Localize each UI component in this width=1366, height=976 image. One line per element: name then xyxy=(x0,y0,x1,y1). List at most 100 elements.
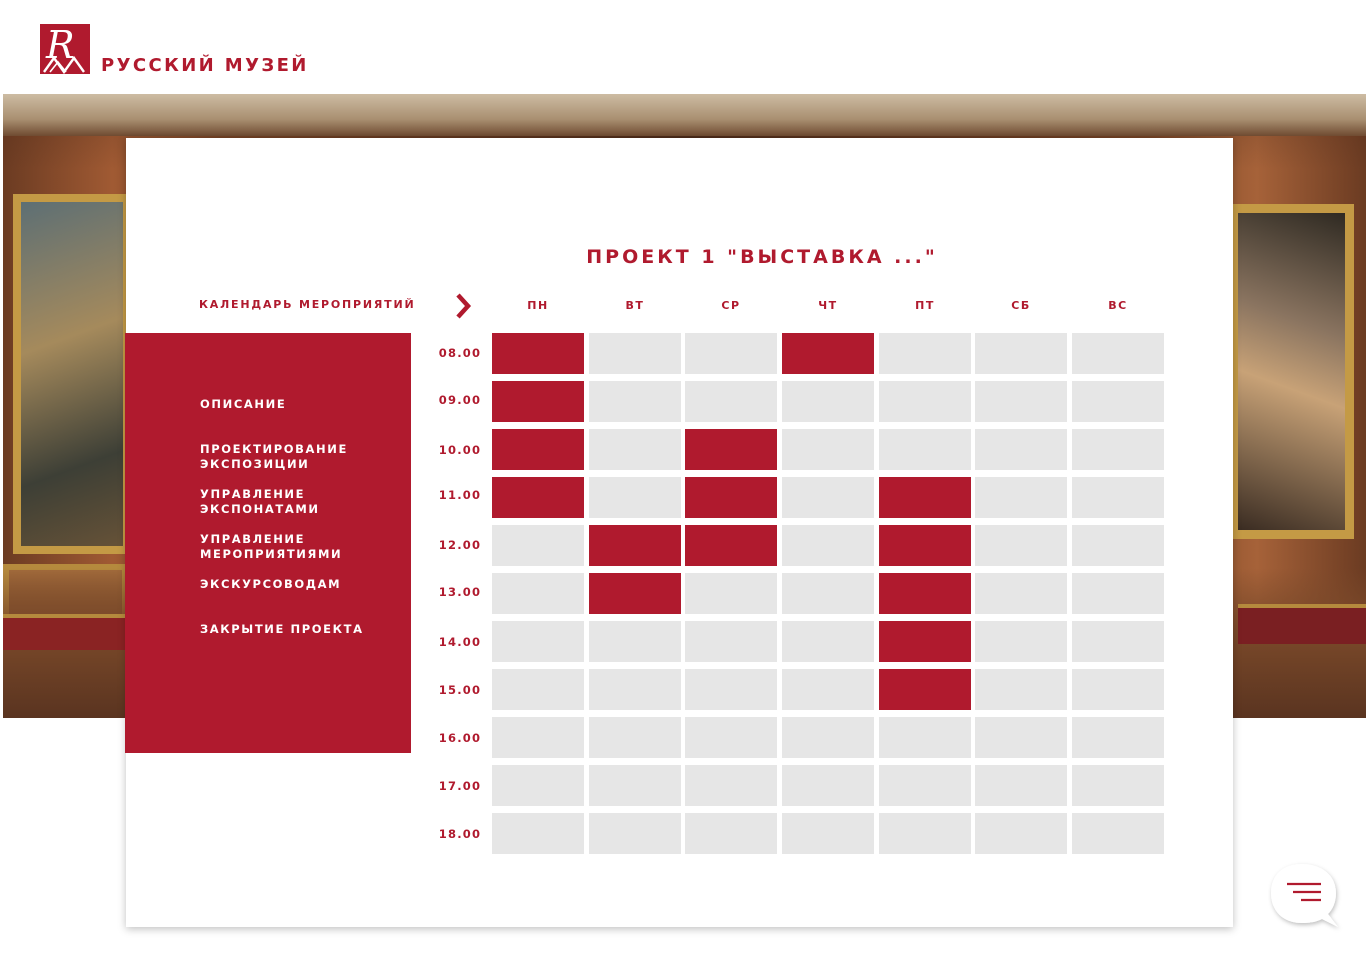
schedule-cell-free[interactable] xyxy=(782,381,874,422)
schedule-cell-free[interactable] xyxy=(589,813,681,854)
schedule-cell-free[interactable] xyxy=(685,669,777,710)
schedule-cell-busy[interactable] xyxy=(685,525,777,566)
schedule-cell-free[interactable] xyxy=(589,717,681,758)
schedule-cell-free[interactable] xyxy=(782,429,874,470)
schedule-cell-free[interactable] xyxy=(782,765,874,806)
menu-item-events-management[interactable]: УПРАВЛЕНИЕ МЕРОПРИЯТИЯМИ xyxy=(200,532,400,562)
schedule-cell-busy[interactable] xyxy=(879,477,971,518)
schedule-cell-free[interactable] xyxy=(782,573,874,614)
schedule-cell-free[interactable] xyxy=(685,381,777,422)
schedule-cell-busy[interactable] xyxy=(589,525,681,566)
schedule-cell-free[interactable] xyxy=(492,765,584,806)
schedule-cell-free[interactable] xyxy=(975,429,1067,470)
schedule-cell-free[interactable] xyxy=(782,669,874,710)
schedule-cell-free[interactable] xyxy=(879,765,971,806)
schedule-cell-free[interactable] xyxy=(879,429,971,470)
day-header-sun: ВС xyxy=(1108,299,1128,312)
schedule-cell-free[interactable] xyxy=(1072,621,1164,662)
schedule-cell-free[interactable] xyxy=(1072,573,1164,614)
chat-menu-icon[interactable] xyxy=(1268,861,1344,933)
logo-icon[interactable]: R xyxy=(40,24,90,74)
schedule-cell-busy[interactable] xyxy=(685,429,777,470)
schedule-cell-free[interactable] xyxy=(685,765,777,806)
schedule-cell-free[interactable] xyxy=(1072,429,1164,470)
schedule-cell-free[interactable] xyxy=(975,573,1067,614)
schedule-cell-free[interactable] xyxy=(975,669,1067,710)
calendar-label: КАЛЕНДАРЬ МЕРОПРИЯТИЙ xyxy=(199,298,416,311)
menu-item-project-closing[interactable]: ЗАКРЫТИЕ ПРОЕКТА xyxy=(200,622,400,637)
schedule-cell-free[interactable] xyxy=(492,717,584,758)
schedule-cell-free[interactable] xyxy=(1072,525,1164,566)
schedule-cell-free[interactable] xyxy=(782,477,874,518)
schedule-cell-free[interactable] xyxy=(975,765,1067,806)
schedule-cell-free[interactable] xyxy=(975,381,1067,422)
schedule-cell-busy[interactable] xyxy=(782,333,874,374)
schedule-cell-free[interactable] xyxy=(879,813,971,854)
day-header-mon: ПН xyxy=(527,299,549,312)
schedule-cell-free[interactable] xyxy=(589,765,681,806)
schedule-cell-free[interactable] xyxy=(685,813,777,854)
day-header-tue: ВТ xyxy=(625,299,645,312)
schedule-cell-free[interactable] xyxy=(1072,717,1164,758)
schedule-cell-free[interactable] xyxy=(1072,813,1164,854)
schedule-cell-free[interactable] xyxy=(782,621,874,662)
schedule-cell-busy[interactable] xyxy=(879,621,971,662)
schedule-cell-free[interactable] xyxy=(782,813,874,854)
schedule-cell-busy[interactable] xyxy=(879,669,971,710)
schedule-cell-free[interactable] xyxy=(975,717,1067,758)
schedule-cell-free[interactable] xyxy=(1072,765,1164,806)
schedule-cell-free[interactable] xyxy=(685,333,777,374)
schedule-cell-free[interactable] xyxy=(782,717,874,758)
schedule-cell-free[interactable] xyxy=(975,621,1067,662)
schedule-cell-free[interactable] xyxy=(1072,381,1164,422)
time-label: 15.00 xyxy=(438,683,482,697)
schedule-cell-free[interactable] xyxy=(782,525,874,566)
schedule-cell-busy[interactable] xyxy=(492,477,584,518)
schedule-cell-busy[interactable] xyxy=(492,429,584,470)
project-card: ПРОЕКТ 1 "ВЫСТАВКА ..." КАЛЕНДАРЬ МЕРОПР… xyxy=(125,138,1233,927)
schedule-cell-free[interactable] xyxy=(685,621,777,662)
day-header-sat: СБ xyxy=(1011,299,1031,312)
project-title: ПРОЕКТ 1 "ВЫСТАВКА ..." xyxy=(586,246,938,268)
schedule-cell-free[interactable] xyxy=(492,813,584,854)
schedule-cell-free[interactable] xyxy=(589,333,681,374)
schedule-cell-free[interactable] xyxy=(685,717,777,758)
menu-item-exhibits-management[interactable]: УПРАВЛЕНИЕ ЭКСПОНАТАМИ xyxy=(200,487,400,517)
schedule-cell-busy[interactable] xyxy=(879,525,971,566)
schedule-cell-busy[interactable] xyxy=(589,573,681,614)
schedule-cell-free[interactable] xyxy=(975,525,1067,566)
schedule-cell-free[interactable] xyxy=(492,669,584,710)
menu-item-guides[interactable]: ЭКСКУРСОВОДАМ xyxy=(200,577,400,592)
time-label: 14.00 xyxy=(438,635,482,649)
schedule-cell-free[interactable] xyxy=(1072,333,1164,374)
schedule-cell-free[interactable] xyxy=(975,333,1067,374)
time-label: 17.00 xyxy=(438,779,482,793)
schedule-cell-free[interactable] xyxy=(492,573,584,614)
schedule-cell-free[interactable] xyxy=(1072,669,1164,710)
day-header-fri: ПТ xyxy=(915,299,935,312)
day-header-wed: СР xyxy=(721,299,741,312)
schedule-cell-free[interactable] xyxy=(492,621,584,662)
schedule-cell-free[interactable] xyxy=(879,381,971,422)
schedule-cell-busy[interactable] xyxy=(879,573,971,614)
schedule-cell-free[interactable] xyxy=(589,477,681,518)
schedule-cell-free[interactable] xyxy=(589,621,681,662)
schedule-cell-free[interactable] xyxy=(492,525,584,566)
schedule-cell-free[interactable] xyxy=(589,381,681,422)
chevron-right-icon[interactable] xyxy=(452,291,474,321)
schedule-cell-free[interactable] xyxy=(589,429,681,470)
schedule-cell-free[interactable] xyxy=(975,813,1067,854)
schedule-cell-busy[interactable] xyxy=(492,333,584,374)
menu-item-exposition-design[interactable]: ПРОЕКТИРОВАНИЕ ЭКСПОЗИЦИИ xyxy=(200,442,400,472)
menu-item-description[interactable]: ОПИСАНИЕ xyxy=(200,397,400,412)
time-label: 18.00 xyxy=(438,827,482,841)
schedule-cell-free[interactable] xyxy=(589,669,681,710)
schedule-cell-free[interactable] xyxy=(975,477,1067,518)
schedule-cell-busy[interactable] xyxy=(492,381,584,422)
schedule-cell-busy[interactable] xyxy=(685,477,777,518)
schedule-cell-free[interactable] xyxy=(1072,477,1164,518)
schedule-cell-free[interactable] xyxy=(685,573,777,614)
svg-text:R: R xyxy=(45,24,75,67)
schedule-cell-free[interactable] xyxy=(879,333,971,374)
schedule-cell-free[interactable] xyxy=(879,717,971,758)
